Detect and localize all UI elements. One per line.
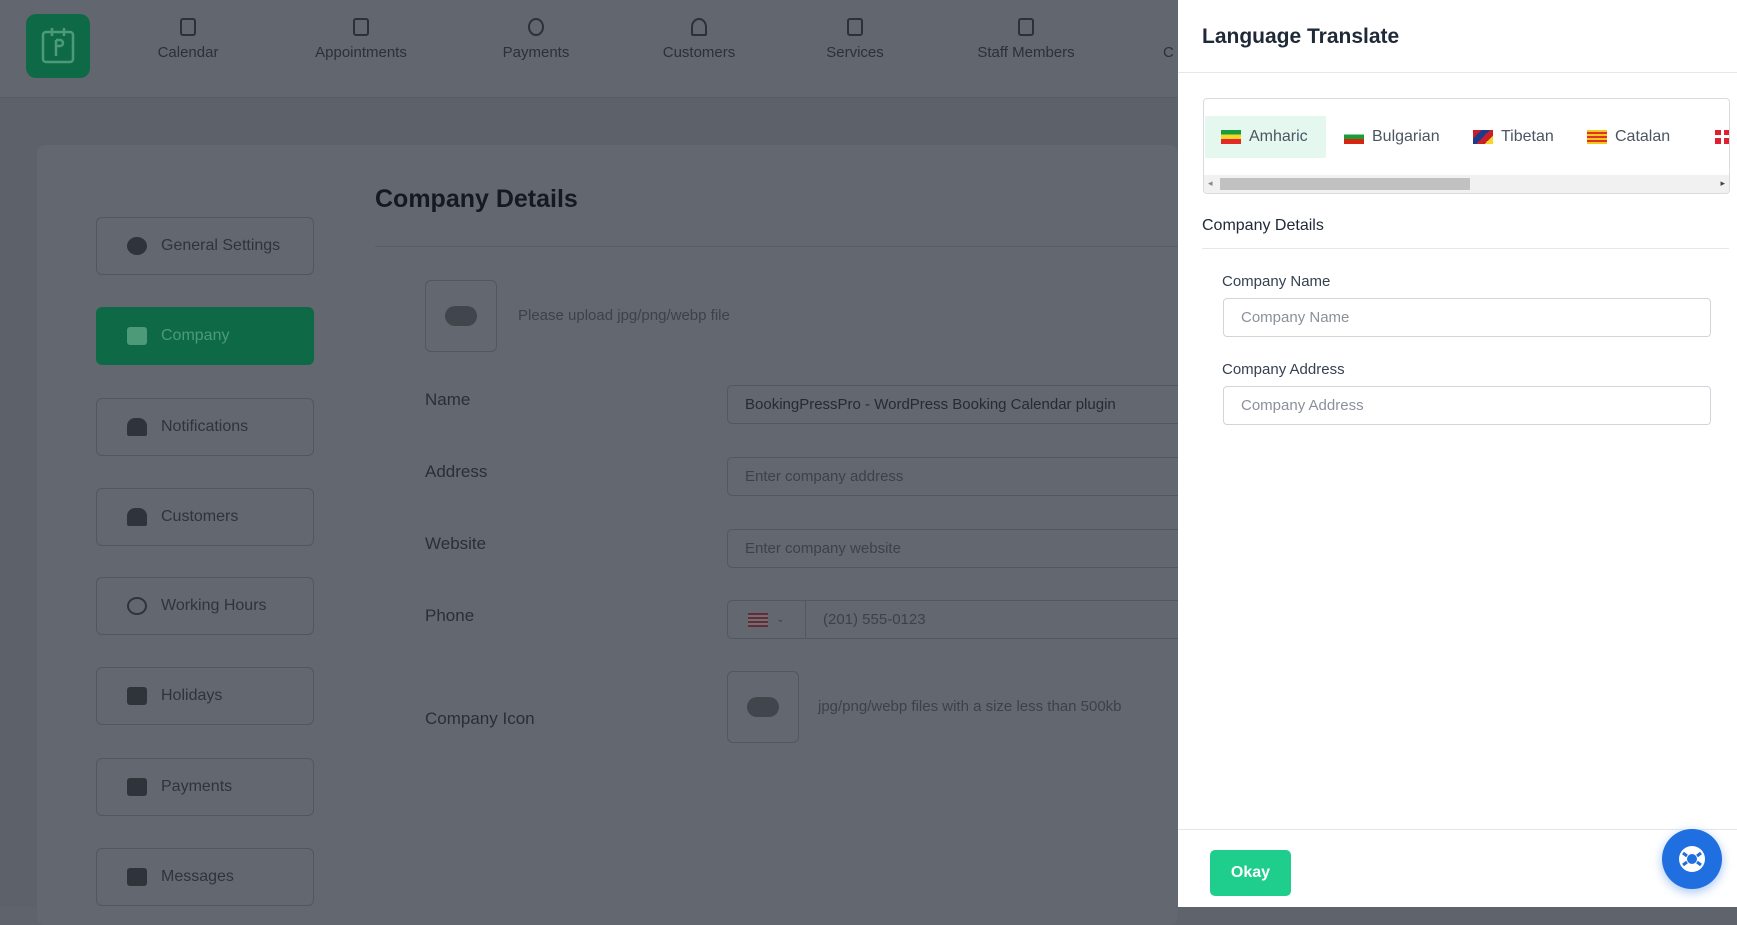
okay-button[interactable]: Okay — [1210, 850, 1291, 896]
company-icon-label: Company Icon — [425, 709, 535, 728]
phone-label: Phone — [425, 606, 475, 625]
nav-more[interactable]: C — [1163, 18, 1177, 61]
calendar-check-icon — [353, 18, 369, 36]
drawer-title: Language Translate — [1202, 25, 1400, 48]
upload-hint: Please upload jpg/png/webp file — [518, 307, 730, 324]
nav-appointments[interactable]: Appointments — [286, 18, 436, 61]
calendar-icon — [180, 18, 196, 36]
tabs-scrollbar[interactable]: ◂ ▸ — [1204, 175, 1729, 193]
section-divider — [1202, 248, 1729, 249]
company-icon-upload[interactable] — [727, 671, 799, 743]
sidebar-item-notifications[interactable]: Notifications — [96, 398, 314, 456]
clock-icon — [127, 597, 147, 615]
sidebar-item-payments[interactable]: Payments — [96, 758, 314, 816]
sidebar-item-working-hours[interactable]: Working Hours — [96, 577, 314, 635]
title-divider — [375, 246, 1178, 247]
us-flag-icon — [748, 612, 769, 627]
section-title: Company Details — [1202, 217, 1324, 234]
nav-customers[interactable]: Customers — [624, 18, 774, 61]
company-name-label: Company Name — [1222, 273, 1331, 290]
app-logo[interactable] — [26, 14, 90, 78]
users-icon — [127, 508, 147, 526]
tibet-flag-icon — [1473, 130, 1493, 144]
cloud-upload-icon — [747, 697, 779, 717]
calendar-icon — [127, 687, 147, 705]
sidebar-item-company[interactable]: Company — [96, 307, 314, 365]
company-address-label: Company Address — [1222, 361, 1345, 378]
tab-amharic[interactable]: Amharic — [1205, 116, 1326, 158]
building-icon — [127, 327, 147, 345]
tab-bulgarian[interactable]: Bulgarian — [1328, 116, 1456, 158]
drawer-header-divider — [1178, 72, 1737, 73]
list-icon — [847, 18, 863, 36]
chevron-down-icon: ⌄ — [776, 614, 785, 625]
phone-placeholder: (201) 555-0123 — [823, 611, 926, 628]
language-translate-drawer: Language Translate Amharic Bulgarian Tib… — [1178, 0, 1737, 907]
chat-icon — [127, 868, 147, 886]
help-button[interactable] — [1662, 829, 1722, 889]
page-title: Company Details — [375, 185, 578, 213]
denmark-flag-icon — [1715, 130, 1729, 144]
address-input[interactable]: Enter company address — [727, 457, 1178, 496]
tab-danish[interactable] — [1699, 116, 1729, 158]
tab-catalan[interactable]: Catalan — [1571, 116, 1686, 158]
tab-tibetan[interactable]: Tibetan — [1457, 116, 1570, 158]
website-label: Website — [425, 534, 487, 553]
logo-upload[interactable] — [425, 280, 497, 352]
dollar-icon — [528, 18, 544, 36]
name-input[interactable]: BookingPressPro - WordPress Booking Cale… — [727, 385, 1178, 424]
address-label: Address — [425, 462, 488, 481]
catalonia-flag-icon — [1587, 130, 1607, 144]
lifebuoy-icon — [1679, 846, 1705, 872]
scrollbar-thumb[interactable] — [1220, 178, 1470, 190]
nav-calendar[interactable]: Calendar — [113, 18, 263, 61]
website-input[interactable]: Enter company website — [727, 529, 1178, 568]
sidebar-item-holidays[interactable]: Holidays — [96, 667, 314, 725]
top-header: Calendar Appointments Payments Customers… — [0, 0, 1178, 98]
nav-staff-members[interactable]: Staff Members — [951, 18, 1101, 61]
country-select[interactable]: ⌄ — [728, 601, 806, 638]
sidebar-item-customers[interactable]: Customers — [96, 488, 314, 546]
bulgaria-flag-icon — [1344, 130, 1364, 144]
footer-divider — [1178, 829, 1737, 830]
scroll-left-icon[interactable]: ◂ — [1208, 178, 1213, 189]
language-tabs: Amharic Bulgarian Tibetan Catalan ◂ ▸ — [1203, 98, 1730, 194]
icon-hint: jpg/png/webp files with a size less than… — [818, 698, 1122, 715]
ethiopia-flag-icon — [1221, 130, 1241, 144]
sidebar-item-general-settings[interactable]: General Settings — [96, 217, 314, 275]
bell-icon — [127, 418, 147, 436]
nav-payments[interactable]: Payments — [461, 18, 611, 61]
company-address-input[interactable]: Company Address — [1223, 386, 1711, 425]
name-label: Name — [425, 390, 471, 409]
badge-icon — [1018, 18, 1034, 36]
nav-services[interactable]: Services — [780, 18, 930, 61]
wallet-icon — [127, 778, 147, 796]
cloud-upload-icon — [445, 306, 477, 326]
scroll-right-icon[interactable]: ▸ — [1720, 178, 1725, 189]
sidebar-item-messages[interactable]: Messages — [96, 848, 314, 906]
phone-input[interactable]: ⌄ (201) 555-0123 — [727, 600, 1178, 639]
company-name-input[interactable]: Company Name — [1223, 298, 1711, 337]
gear-icon — [127, 237, 147, 255]
users-icon — [691, 18, 707, 36]
